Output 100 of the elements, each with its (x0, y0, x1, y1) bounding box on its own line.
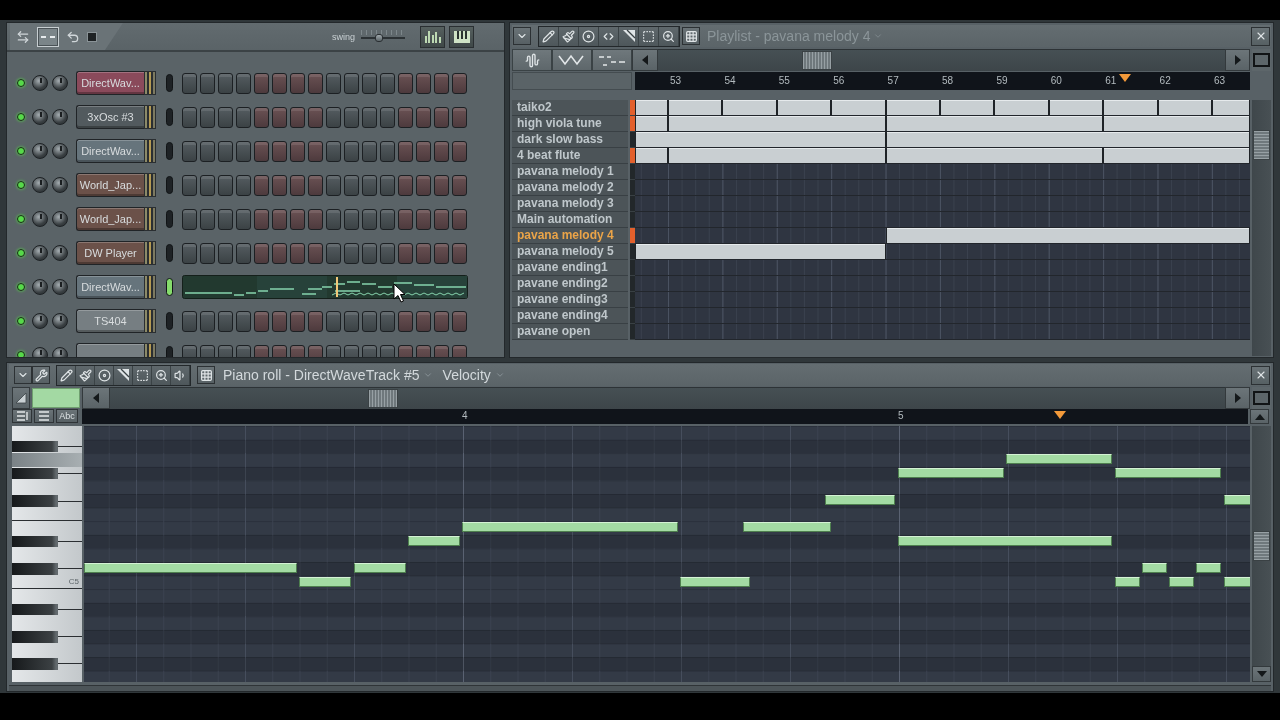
step-button[interactable] (398, 174, 413, 196)
channel-button[interactable]: TS404 (76, 309, 144, 333)
disc-tool-button[interactable] (579, 26, 599, 46)
grid-button[interactable] (682, 27, 700, 45)
knob[interactable] (52, 279, 68, 295)
zigzag-mode-button[interactable] (552, 49, 592, 71)
track-name[interactable]: taiko2 (512, 100, 628, 116)
channel-button[interactable]: World_Jap... (76, 173, 144, 197)
knob[interactable] (52, 177, 68, 193)
step-button[interactable] (182, 310, 197, 332)
step-button[interactable] (236, 72, 251, 94)
step-button[interactable] (290, 140, 305, 162)
step-button[interactable] (434, 310, 449, 332)
step-button[interactable] (362, 208, 377, 230)
channel-select-toggle[interactable] (166, 312, 173, 330)
playhead-marker-icon[interactable] (1119, 74, 1131, 82)
step-button[interactable] (254, 208, 269, 230)
step-button[interactable] (380, 242, 395, 264)
track-name[interactable]: pavane ending1 (512, 260, 628, 276)
step-button[interactable] (326, 174, 341, 196)
velocity-dropdown[interactable]: Velocity (440, 365, 507, 385)
step-button[interactable] (416, 242, 431, 264)
step-button[interactable] (254, 310, 269, 332)
pencil-tool-button[interactable] (539, 26, 559, 46)
step-button[interactable] (344, 140, 359, 162)
step-button[interactable] (308, 242, 323, 264)
knob[interactable] (32, 177, 48, 193)
step-button[interactable] (200, 310, 215, 332)
step-button[interactable] (344, 208, 359, 230)
channel-button[interactable]: DirectWav... (76, 71, 144, 95)
channel-select-toggle[interactable] (166, 244, 173, 262)
step-button[interactable] (290, 242, 305, 264)
step-button[interactable] (344, 72, 359, 94)
step-button[interactable] (218, 208, 233, 230)
slider-thumb[interactable] (375, 33, 384, 42)
step-button[interactable] (344, 242, 359, 264)
step-button[interactable] (398, 72, 413, 94)
step-button[interactable] (362, 174, 377, 196)
step-button[interactable] (254, 140, 269, 162)
timeline-ruler[interactable]: 4 5 (82, 409, 1248, 424)
scroll-down-button[interactable] (1252, 666, 1271, 682)
corner-tool-button[interactable] (114, 365, 133, 385)
knob[interactable] (32, 75, 48, 91)
step-button[interactable] (272, 310, 287, 332)
step-button[interactable] (326, 106, 341, 128)
channel-select-toggle[interactable] (166, 176, 173, 194)
channel-select-toggle[interactable] (166, 210, 173, 228)
zoom-tool-button[interactable] (152, 365, 171, 385)
status-led-icon[interactable] (17, 249, 25, 257)
step-button[interactable] (182, 174, 197, 196)
status-led-icon[interactable] (17, 181, 25, 189)
step-button[interactable] (452, 242, 467, 264)
step-button[interactable] (398, 106, 413, 128)
step-button[interactable] (362, 140, 377, 162)
status-led-icon[interactable] (17, 317, 25, 325)
knob[interactable] (32, 313, 48, 329)
playhead-marker-icon[interactable] (1054, 411, 1066, 419)
status-led-icon[interactable] (17, 113, 25, 121)
select-tool-button[interactable] (133, 365, 152, 385)
track-name[interactable]: high viola tune (512, 116, 628, 132)
step-button[interactable] (182, 208, 197, 230)
piano-key[interactable] (12, 494, 82, 508)
step-button[interactable] (434, 106, 449, 128)
step-button[interactable] (452, 174, 467, 196)
pencil-tool-button[interactable] (57, 365, 76, 385)
knob[interactable] (52, 211, 68, 227)
step-button[interactable] (182, 242, 197, 264)
scroll-thumb[interactable] (1253, 130, 1270, 160)
step-button[interactable] (290, 174, 305, 196)
knob[interactable] (52, 109, 68, 125)
step-button[interactable] (308, 310, 323, 332)
step-button[interactable] (290, 208, 305, 230)
step-button[interactable] (200, 208, 215, 230)
keyboard-button[interactable] (449, 25, 474, 48)
knob[interactable] (52, 245, 68, 261)
dash-button[interactable] (37, 26, 59, 47)
knob[interactable] (32, 245, 48, 261)
step-button[interactable] (344, 174, 359, 196)
lines-button[interactable] (12, 409, 32, 423)
piano-key[interactable] (12, 630, 82, 644)
status-led-icon[interactable] (17, 283, 25, 291)
status-led-icon[interactable] (17, 147, 25, 155)
track-name[interactable]: pavane open (512, 324, 628, 340)
step-button[interactable] (200, 174, 215, 196)
status-led-icon[interactable] (17, 351, 25, 357)
ramp-button[interactable] (12, 387, 30, 409)
knob[interactable] (32, 211, 48, 227)
list-button[interactable] (34, 409, 54, 423)
knob[interactable] (52, 143, 68, 159)
channel-select-toggle[interactable] (166, 74, 173, 92)
menu-button[interactable] (513, 27, 531, 45)
note-grid[interactable] (84, 426, 1250, 682)
step-button[interactable] (236, 174, 251, 196)
step-button[interactable] (416, 310, 431, 332)
knob[interactable] (32, 279, 48, 295)
grid-button[interactable] (197, 366, 215, 384)
dashed-mode-button[interactable] (592, 49, 632, 71)
track-name[interactable]: pavana melody 2 (512, 180, 628, 196)
zoom-tool-button[interactable] (659, 26, 679, 46)
channel-button[interactable]: DW Player (76, 241, 144, 265)
